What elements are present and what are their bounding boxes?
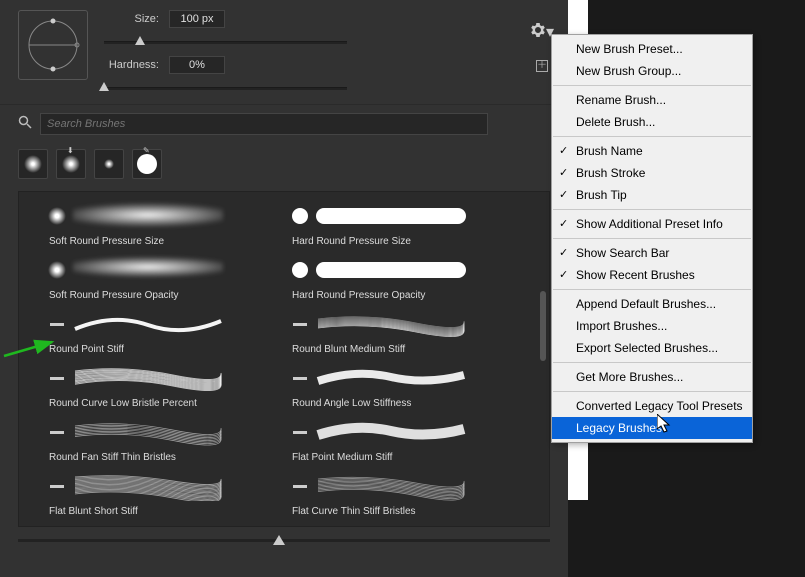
brushes-panel: Size: Hardness: ▾ ＋ ⬇ [0, 0, 568, 577]
menu-item[interactable]: Brush Name [552, 140, 752, 162]
brush-preset[interactable]: Flat Curve Thin Stiff Bristles [290, 468, 521, 520]
menu-item[interactable]: Append Default Brushes... [552, 293, 752, 315]
scrollbar-horizontal[interactable] [18, 535, 550, 547]
brush-preset-label: Soft Round Pressure Size [47, 236, 278, 247]
panel-menu: New Brush Preset...New Brush Group... Ren… [551, 34, 753, 443]
hardness-label: Hardness: [104, 59, 159, 71]
menu-item[interactable]: Show Search Bar [552, 242, 752, 264]
menu-item[interactable]: Delete Brush... [552, 111, 752, 133]
brush-preset-label: Round Fan Stiff Thin Bristles [47, 452, 278, 463]
recent-brush[interactable] [94, 149, 124, 179]
brush-preset[interactable]: Round Angle Low Stiffness [290, 360, 521, 412]
brush-preset-label: Round Point Stiff [47, 344, 278, 355]
brush-preset[interactable]: Hard Round Pressure Size [290, 198, 521, 250]
brush-preset-label: Soft Round Pressure Opacity [47, 290, 278, 301]
search-input[interactable] [40, 113, 488, 135]
hardness-input[interactable] [169, 56, 225, 74]
brush-preset[interactable]: Flat Blunt Short Stiff [47, 468, 278, 520]
brush-preset-label: Flat Curve Thin Stiff Bristles [290, 506, 521, 517]
brush-preset[interactable]: Round Curve Low Bristle Percent [47, 360, 278, 412]
recent-brush[interactable]: ⬇ [56, 149, 86, 179]
menu-item[interactable]: Brush Tip [552, 184, 752, 206]
menu-item[interactable]: Brush Stroke [552, 162, 752, 184]
brush-preset-label: Round Angle Low Stiffness [290, 398, 521, 409]
brush-preset[interactable]: Soft Round Pressure Opacity [47, 252, 278, 304]
brush-preset[interactable]: Round Fan Stiff Thin Bristles [47, 414, 278, 466]
menu-item[interactable]: Legacy Brushes [552, 417, 752, 439]
brush-preset-grid: Soft Round Pressure Size Hard Round Pres… [18, 191, 550, 527]
brush-preset[interactable]: Soft Round Pressure Size [47, 198, 278, 250]
brush-preset[interactable]: Round Blunt Medium Stiff [290, 306, 521, 358]
brush-preset[interactable]: Round Point Stiff [47, 306, 278, 358]
menu-item[interactable]: Show Additional Preset Info [552, 213, 752, 235]
menu-item[interactable]: Export Selected Brushes... [552, 337, 752, 359]
menu-item[interactable]: Converted Legacy Tool Presets [552, 395, 752, 417]
brush-preset-label: Round Curve Low Bristle Percent [47, 398, 278, 409]
brush-preset-label: Round Blunt Medium Stiff [290, 344, 521, 355]
size-label: Size: [104, 13, 159, 25]
menu-item[interactable]: Import Brushes... [552, 315, 752, 337]
menu-item[interactable]: Get More Brushes... [552, 366, 752, 388]
size-input[interactable] [169, 10, 225, 28]
menu-item[interactable]: Show Recent Brushes [552, 264, 752, 286]
hardness-slider[interactable] [104, 82, 347, 94]
recent-brushes: ⬇ ✎ [0, 143, 568, 185]
menu-item[interactable]: New Brush Preset... [552, 38, 752, 60]
recent-brush[interactable]: ✎ [132, 149, 162, 179]
scrollbar-vertical[interactable] [540, 291, 546, 361]
search-icon [18, 115, 32, 134]
menu-item[interactable]: New Brush Group... [552, 60, 752, 82]
size-slider[interactable] [104, 36, 347, 48]
brush-preset[interactable]: Hard Round Pressure Opacity [290, 252, 521, 304]
brush-preset-label: Hard Round Pressure Opacity [290, 290, 521, 301]
brush-preset-label: Hard Round Pressure Size [290, 236, 521, 247]
menu-item[interactable]: Rename Brush... [552, 89, 752, 111]
brush-preset-label: Flat Point Medium Stiff [290, 452, 521, 463]
brush-angle-preview[interactable] [18, 10, 88, 80]
brush-preset-label: Flat Blunt Short Stiff [47, 506, 278, 517]
brush-preset[interactable]: Flat Point Medium Stiff [290, 414, 521, 466]
new-preset-icon[interactable]: ＋ [536, 60, 548, 72]
recent-brush[interactable] [18, 149, 48, 179]
